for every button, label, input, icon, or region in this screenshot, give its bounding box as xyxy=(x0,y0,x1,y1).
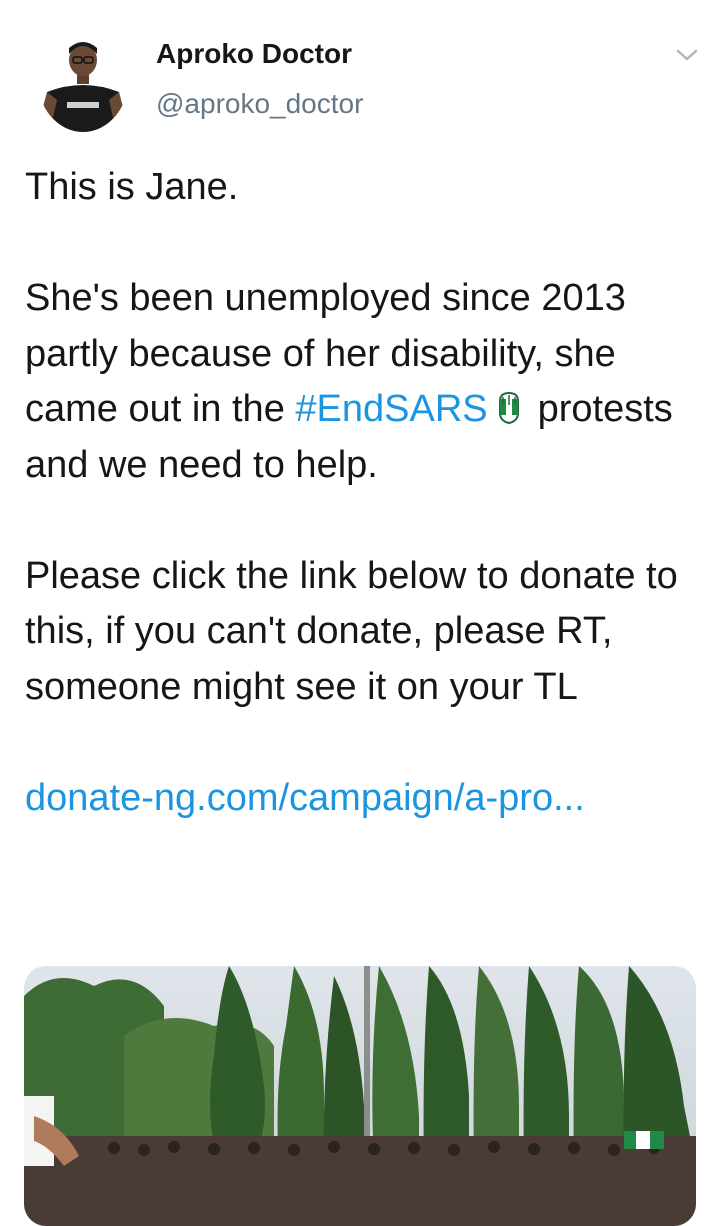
avatar-photo xyxy=(37,22,129,132)
author-handle[interactable]: @aproko_doctor xyxy=(156,88,363,120)
tweet-paragraph-3: Please click the link below to donate to… xyxy=(25,554,678,708)
protest-photo xyxy=(24,966,696,1226)
tweet[interactable]: Aproko Doctor @aproko_doctor This is Jan… xyxy=(0,0,720,1226)
tweet-paragraph-2: She's been unemployed since 2013 partly … xyxy=(25,271,705,493)
raised-fist-icon xyxy=(498,391,519,425)
tweet-line-1: This is Jane. xyxy=(25,166,239,208)
author-name[interactable]: Aproko Doctor xyxy=(156,38,352,70)
tweet-menu-button[interactable] xyxy=(672,40,702,70)
hashtag-link[interactable]: #EndSARS xyxy=(295,388,487,430)
author-avatar[interactable] xyxy=(37,22,129,132)
tweet-media-image[interactable] xyxy=(24,966,696,1226)
chevron-down-icon xyxy=(676,49,698,61)
tweet-text: This is Jane. She's been unemployed sinc… xyxy=(25,160,705,826)
donation-link[interactable]: donate-ng.com/campaign/a-pro... xyxy=(25,777,585,819)
